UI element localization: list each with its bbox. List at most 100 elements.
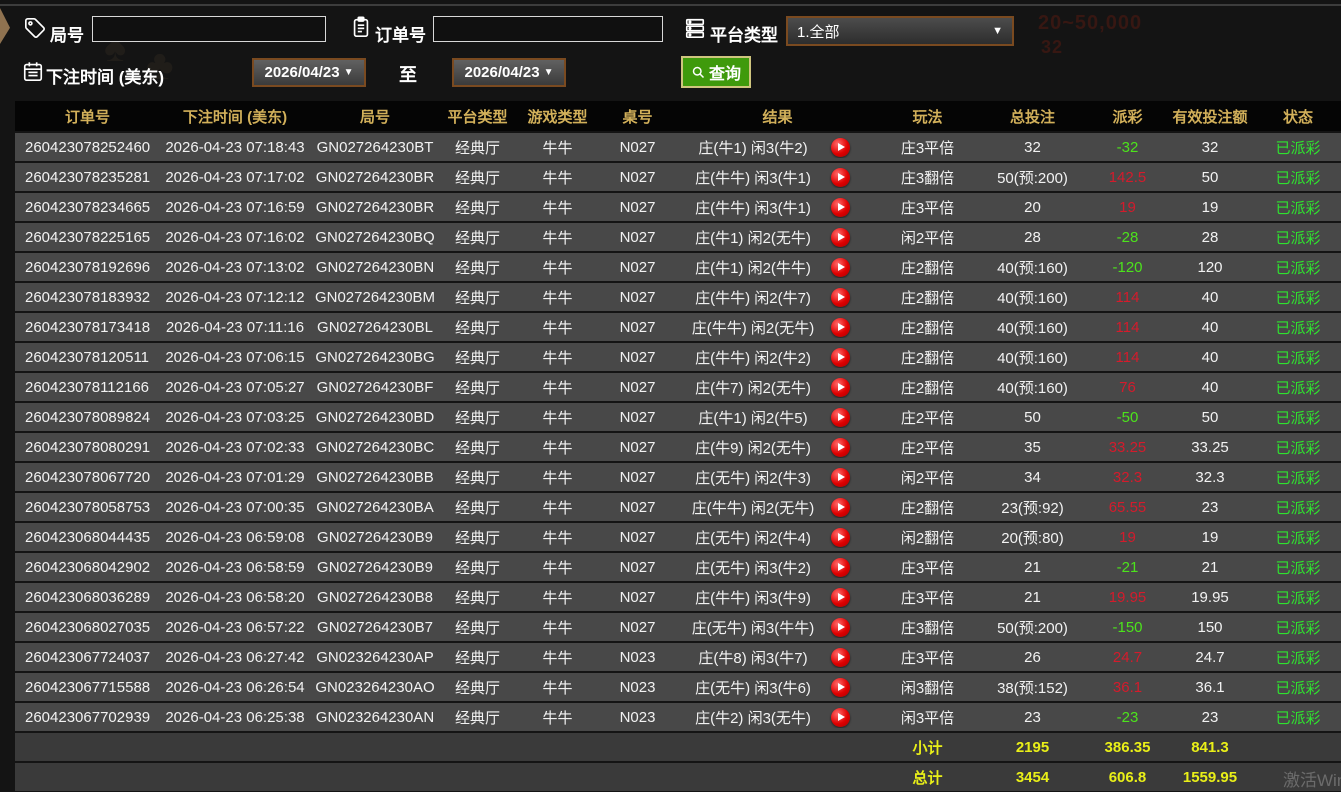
table-row: 2604230677029392026-04-23 06:25:38GN0232… <box>15 703 1341 731</box>
cell-valid-bet: 28 <box>1165 229 1255 246</box>
play-replay-icon[interactable] <box>831 378 850 397</box>
date-to-picker[interactable]: 2026/04/23 ▼ <box>452 58 566 87</box>
date-from-picker[interactable]: 2026/04/23 ▼ <box>252 58 366 87</box>
chevron-down-icon: ▼ <box>544 67 554 78</box>
cell-valid-bet: 40 <box>1165 289 1255 306</box>
cell-bet-time: 2026-04-23 07:11:16 <box>160 319 310 336</box>
query-button[interactable]: 查询 <box>681 56 751 88</box>
cell-order-no: 260423078183932 <box>15 289 160 306</box>
cell-payout: -32 <box>1090 139 1165 156</box>
cell-valid-bet: 150 <box>1165 619 1255 636</box>
play-replay-icon[interactable] <box>831 198 850 217</box>
round-no-input[interactable] <box>92 16 326 42</box>
cell-round-no: GN027264230BT <box>310 139 440 156</box>
cell-bet-time: 2026-04-23 07:02:33 <box>160 439 310 456</box>
play-replay-icon[interactable] <box>831 498 850 517</box>
table-row: 2604230781839322026-04-23 07:12:12GN0272… <box>15 283 1341 311</box>
cell-game-type: 牛牛 <box>515 617 600 638</box>
cell-table-no: N023 <box>600 679 675 696</box>
cell-round-no: GN027264230BL <box>310 319 440 336</box>
column-header: 局号 <box>310 106 440 127</box>
table-row: 2604230780898242026-04-23 07:03:25GN0272… <box>15 403 1341 431</box>
play-replay-icon[interactable] <box>831 408 850 427</box>
cell-payout: 32.3 <box>1090 469 1165 486</box>
cell-play-type: 庄2翻倍 <box>880 497 975 518</box>
play-replay-icon[interactable] <box>831 648 850 667</box>
cell-order-no: 260423078192696 <box>15 259 160 276</box>
total-row: 总计 3454 606.8 1559.95 <box>15 763 1341 791</box>
play-replay-icon[interactable] <box>831 288 850 307</box>
result-text: 庄(牛1) 闲2(牛牛) <box>675 257 831 278</box>
cell-play-type: 庄3平倍 <box>880 197 975 218</box>
cell-result: 庄(牛1) 闲2(牛牛) <box>675 257 880 278</box>
play-replay-icon[interactable] <box>831 348 850 367</box>
play-replay-icon[interactable] <box>831 438 850 457</box>
cell-total-bet: 40(预:160) <box>975 287 1090 308</box>
play-replay-icon[interactable] <box>831 558 850 577</box>
platform-type-select[interactable]: 1.全部 ▼ <box>786 16 1014 46</box>
table-body: 2604230782524602026-04-23 07:18:43GN0272… <box>15 133 1341 731</box>
play-replay-icon[interactable] <box>831 528 850 547</box>
cell-bet-time: 2026-04-23 06:27:42 <box>160 649 310 666</box>
cell-bet-time: 2026-04-23 07:16:59 <box>160 199 310 216</box>
background-card-decoration <box>0 8 10 44</box>
table-row: 2604230677155882026-04-23 06:26:54GN0232… <box>15 673 1341 701</box>
cell-bet-time: 2026-04-23 07:13:02 <box>160 259 310 276</box>
play-replay-icon[interactable] <box>831 258 850 277</box>
background-limit-text-2: 32 <box>1041 37 1063 58</box>
cell-payout: 76 <box>1090 379 1165 396</box>
order-no-input[interactable] <box>433 16 663 42</box>
cell-valid-bet: 40 <box>1165 379 1255 396</box>
cell-platform-type: 经典厅 <box>440 647 515 668</box>
cell-platform-type: 经典厅 <box>440 617 515 638</box>
cell-payout: -120 <box>1090 259 1165 276</box>
bet-time-label: 下注时间 (美东) <box>46 63 164 88</box>
status-badge: 已派彩 <box>1255 527 1341 548</box>
cell-round-no: GN027264230B9 <box>310 529 440 546</box>
play-replay-icon[interactable] <box>831 588 850 607</box>
cell-platform-type: 经典厅 <box>440 197 515 218</box>
cell-order-no: 260423068042902 <box>15 559 160 576</box>
cell-result: 庄(无牛) 闲3(牛6) <box>675 677 880 698</box>
cell-total-bet: 20(预:80) <box>975 527 1090 548</box>
status-badge: 已派彩 <box>1255 617 1341 638</box>
cell-valid-bet: 23 <box>1165 499 1255 516</box>
result-text: 庄(牛牛) 闲2(牛7) <box>675 287 831 308</box>
cell-valid-bet: 120 <box>1165 259 1255 276</box>
play-replay-icon[interactable] <box>831 708 850 727</box>
play-replay-icon[interactable] <box>831 468 850 487</box>
cell-game-type: 牛牛 <box>515 527 600 548</box>
cell-round-no: GN027264230BD <box>310 409 440 426</box>
cell-total-bet: 34 <box>975 469 1090 486</box>
column-header: 派彩 <box>1090 106 1165 127</box>
cell-round-no: GN027264230BN <box>310 259 440 276</box>
play-replay-icon[interactable] <box>831 228 850 247</box>
cell-play-type: 庄2翻倍 <box>880 257 975 278</box>
cell-round-no: GN027264230B7 <box>310 619 440 636</box>
play-replay-icon[interactable] <box>831 678 850 697</box>
cell-round-no: GN027264230BM <box>310 289 440 306</box>
play-replay-icon[interactable] <box>831 138 850 157</box>
cell-table-no: N027 <box>600 169 675 186</box>
play-replay-icon[interactable] <box>831 168 850 187</box>
result-text: 庄(牛1) 闲2(牛5) <box>675 407 831 428</box>
column-header: 状态 <box>1255 106 1341 127</box>
status-badge: 已派彩 <box>1255 497 1341 518</box>
table-row: 2604230781734182026-04-23 07:11:16GN0272… <box>15 313 1341 341</box>
result-text: 庄(牛牛) 闲2(无牛) <box>675 497 831 518</box>
table-header-row: 订单号下注时间 (美东)局号平台类型游戏类型桌号结果玩法总投注派彩有效投注额状态 <box>15 101 1341 131</box>
cell-order-no: 260423078234665 <box>15 199 160 216</box>
cell-table-no: N027 <box>600 529 675 546</box>
status-badge: 已派彩 <box>1255 167 1341 188</box>
cell-round-no: GN027264230BC <box>310 439 440 456</box>
cell-platform-type: 经典厅 <box>440 437 515 458</box>
cell-result: 庄(牛2) 闲3(无牛) <box>675 707 880 728</box>
cell-result: 庄(无牛) 闲3(牛牛) <box>675 617 880 638</box>
cell-table-no: N027 <box>600 589 675 606</box>
play-replay-icon[interactable] <box>831 618 850 637</box>
cell-bet-time: 2026-04-23 07:03:25 <box>160 409 310 426</box>
play-replay-icon[interactable] <box>831 318 850 337</box>
column-header: 有效投注额 <box>1165 106 1255 127</box>
result-text: 庄(牛8) 闲3(牛7) <box>675 647 831 668</box>
cell-table-no: N023 <box>600 709 675 726</box>
